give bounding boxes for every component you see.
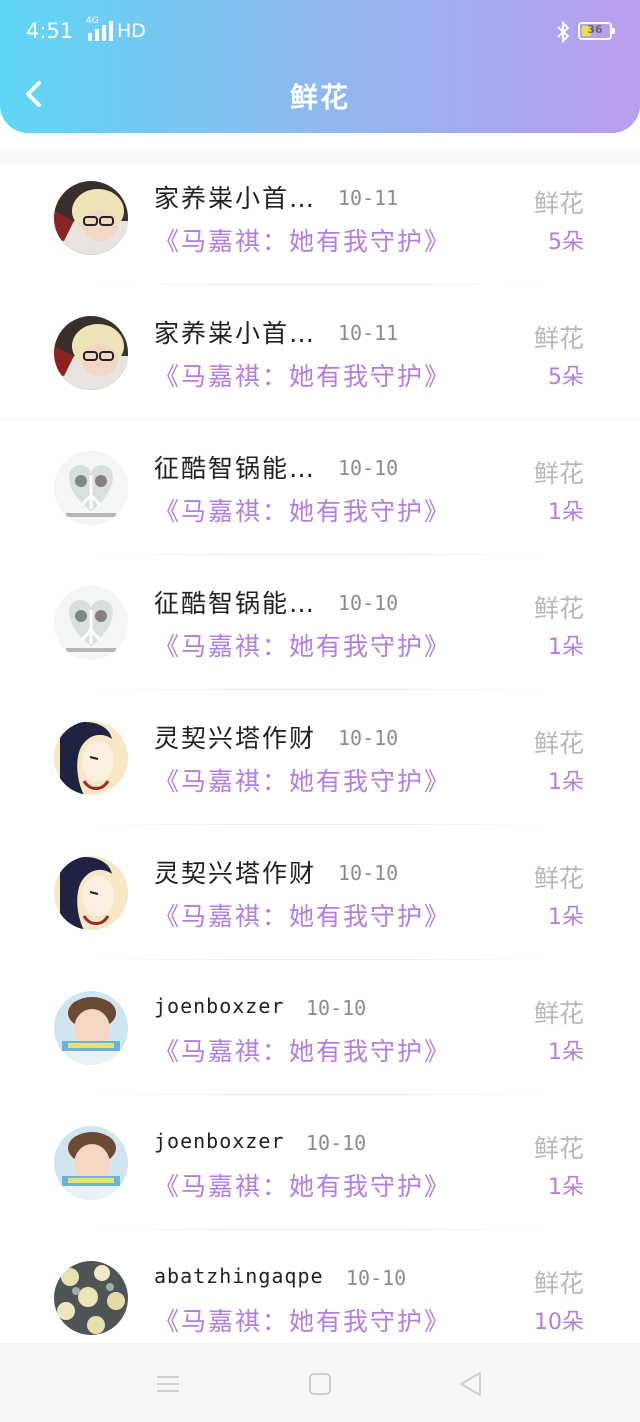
avatar[interactable] [54, 451, 128, 525]
avatar[interactable] [54, 1126, 128, 1200]
username[interactable]: 征酷智锅能… [154, 584, 316, 620]
book-title-link[interactable]: 《马嘉祺：她有我守护》 [154, 357, 451, 393]
status-bar: 4:51 4G HD 36 [0, 0, 640, 64]
record-date: 10-11 [338, 186, 399, 210]
avatar[interactable] [54, 316, 128, 390]
flower-record-row[interactable]: joenboxzer 10-10 《马嘉祺：她有我守护》 鲜花 1朵 [0, 1095, 640, 1230]
username[interactable]: abatzhingaqpe [154, 1264, 324, 1288]
record-date: 10-10 [338, 456, 399, 480]
avatar-blonde-glasses [54, 181, 128, 255]
username[interactable]: joenboxzer [154, 1129, 284, 1153]
app-header: 4:51 4G HD 36 鲜花 [0, 0, 640, 133]
home-button[interactable] [305, 1369, 335, 1399]
record-date: 10-10 [338, 861, 399, 885]
record-date: 10-10 [346, 1266, 407, 1290]
avatar-anime-girl [54, 721, 128, 795]
back-triangle-icon [460, 1372, 481, 1396]
avatar-blonde-glasses [54, 316, 128, 390]
gift-count: 1朵 [548, 905, 584, 930]
flower-records-list[interactable]: 家养粜小首… 10-11 《马嘉祺：她有我守护》 鲜花 5朵 家养粜小首… 10… [0, 150, 640, 1343]
gift-type-label: 鲜花 [533, 189, 584, 218]
record-date: 10-10 [306, 1131, 367, 1155]
username[interactable]: 灵契兴塔作财 [154, 854, 316, 890]
gift-count: 10朵 [534, 1310, 584, 1335]
flower-record-row[interactable]: 灵契兴塔作财 10-10 《马嘉祺：她有我守护》 鲜花 1朵 [0, 825, 640, 960]
battery-cap [612, 28, 615, 34]
avatar[interactable] [54, 991, 128, 1065]
avatar[interactable] [54, 586, 128, 660]
page-title: 鲜花 [289, 81, 350, 114]
book-title-link[interactable]: 《马嘉祺：她有我守护》 [154, 1167, 451, 1203]
username[interactable]: 灵契兴塔作财 [154, 719, 316, 755]
battery-icon: 36 [578, 22, 615, 40]
avatar-anime-girl [54, 856, 128, 930]
avatar-boy-photo [54, 991, 128, 1065]
record-date: 10-10 [338, 591, 399, 615]
flower-record-row[interactable]: 家养粜小首… 10-11 《马嘉祺：她有我守护》 鲜花 5朵 [0, 285, 640, 420]
flower-record-row[interactable]: 家养粜小首… 10-11 《马嘉祺：她有我守护》 鲜花 5朵 [0, 150, 640, 285]
gift-type-label: 鲜花 [533, 1269, 584, 1298]
username[interactable]: 征酷智锅能… [154, 449, 316, 485]
book-title-link[interactable]: 《马嘉祺：她有我守护》 [154, 627, 451, 663]
system-back-button[interactable] [456, 1369, 486, 1399]
avatar-floral-pattern [54, 1261, 128, 1335]
gift-count: 1朵 [548, 1040, 584, 1065]
book-title-link[interactable]: 《马嘉祺：她有我守护》 [154, 762, 451, 798]
system-nav-bar [0, 1343, 640, 1422]
flower-record-row[interactable]: joenboxzer 10-10 《马嘉祺：她有我守护》 鲜花 1朵 [0, 960, 640, 1095]
gift-count: 5朵 [548, 230, 584, 255]
gift-count: 5朵 [548, 365, 584, 390]
battery-level: 36 [587, 23, 603, 36]
book-title-link[interactable]: 《马嘉祺：她有我守护》 [154, 1302, 451, 1338]
gift-count: 1朵 [548, 500, 584, 525]
gift-type-label: 鲜花 [533, 594, 584, 623]
flower-record-row[interactable]: 征酷智锅能… 10-10 《马嘉祺：她有我守护》 鲜花 1朵 [0, 420, 640, 555]
flower-record-row[interactable]: 征酷智锅能… 10-10 《马嘉祺：她有我守护》 鲜花 1朵 [0, 555, 640, 690]
avatar-heart-snow [54, 586, 128, 660]
home-square-icon [309, 1373, 331, 1395]
book-title-link[interactable]: 《马嘉祺：她有我守护》 [154, 222, 451, 258]
username[interactable]: joenboxzer [154, 994, 284, 1018]
gift-type-label: 鲜花 [533, 324, 584, 353]
bluetooth-icon [557, 20, 570, 44]
gift-count: 1朵 [548, 635, 584, 660]
gift-count: 1朵 [548, 770, 584, 795]
flower-record-row[interactable]: 灵契兴塔作财 10-10 《马嘉祺：她有我守护》 鲜花 1朵 [0, 690, 640, 825]
gift-type-label: 鲜花 [533, 999, 584, 1028]
gift-type-label: 鲜花 [533, 729, 584, 758]
hd-indicator: HD [117, 20, 146, 42]
avatar[interactable] [54, 721, 128, 795]
record-date: 10-10 [338, 726, 399, 750]
menu-icon [157, 1376, 179, 1392]
book-title-link[interactable]: 《马嘉祺：她有我守护》 [154, 492, 451, 528]
username[interactable]: 家养粜小首… [154, 314, 316, 350]
gift-type-label: 鲜花 [533, 1134, 584, 1163]
avatar-boy-photo [54, 1126, 128, 1200]
gift-type-label: 鲜花 [533, 864, 584, 893]
book-title-link[interactable]: 《马嘉祺：她有我守护》 [154, 1032, 451, 1068]
status-time: 4:51 [26, 19, 74, 43]
flower-record-row[interactable]: abatzhingaqpe 10-10 《马嘉祺：她有我守护》 鲜花 10朵 [0, 1230, 640, 1343]
gift-count: 1朵 [548, 1175, 584, 1200]
avatar[interactable] [54, 181, 128, 255]
signal-icon [88, 21, 113, 41]
username[interactable]: 家养粜小首… [154, 179, 316, 215]
book-title-link[interactable]: 《马嘉祺：她有我守护》 [154, 897, 451, 933]
avatar[interactable] [54, 856, 128, 930]
record-date: 10-11 [338, 321, 399, 345]
menu-button[interactable] [153, 1369, 183, 1399]
avatar-heart-snow [54, 451, 128, 525]
gift-type-label: 鲜花 [533, 459, 584, 488]
record-date: 10-10 [306, 996, 367, 1020]
avatar[interactable] [54, 1261, 128, 1335]
